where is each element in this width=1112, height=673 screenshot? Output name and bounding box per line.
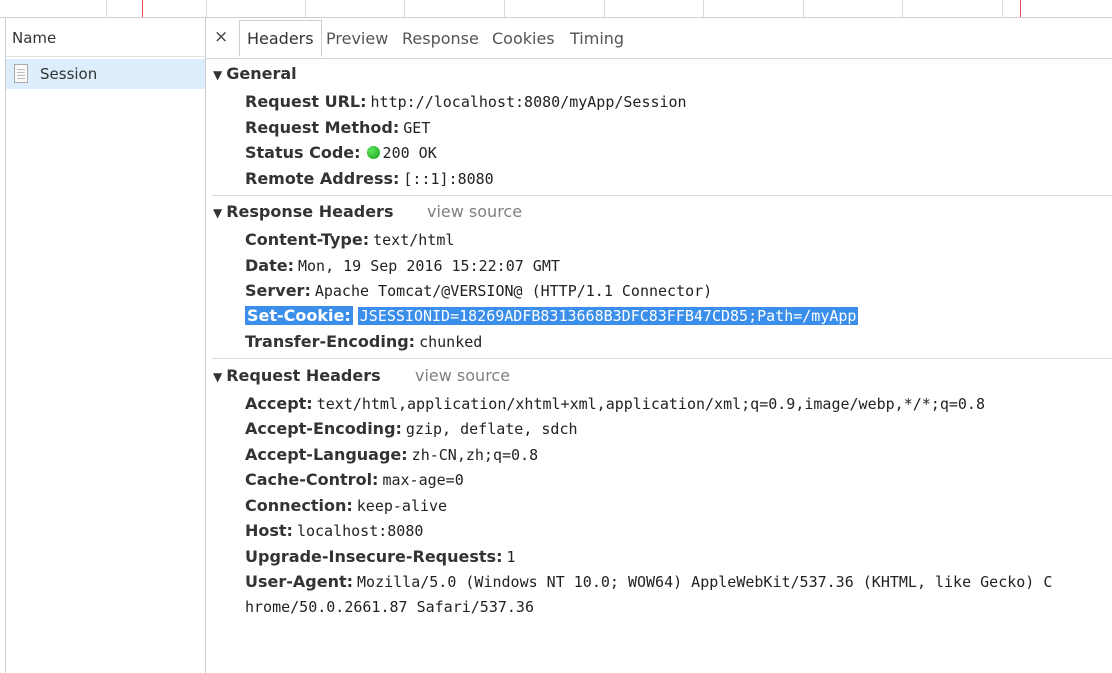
timeline-gridline [106, 0, 107, 17]
request-headers-section-toggle[interactable]: ▼ Request Headers [213, 366, 381, 385]
request-row-session[interactable]: Session [6, 59, 205, 89]
request-name: Session [40, 65, 98, 83]
name-column-label: Name [12, 29, 57, 47]
timeline-load-marker [142, 0, 143, 17]
tab-preview[interactable]: Preview [326, 29, 388, 48]
status-ok-icon [366, 146, 380, 159]
general-section-title: General [226, 64, 297, 83]
header-key: Content-Type: [245, 230, 370, 249]
header-value: GET [403, 119, 431, 137]
header-value: gzip, deflate, sdch [405, 420, 578, 438]
headers-content: ▼ General Request URL: http://localhost:80… [206, 59, 1112, 673]
response-headers-title: Response Headers [226, 202, 394, 221]
header-value: hrome/50.0.2661.87 Safari/537.36 [245, 598, 534, 616]
header-key: Accept-Language: [245, 445, 408, 464]
header-key: Upgrade-Insecure-Requests: [245, 547, 503, 566]
timeline-gridline [404, 0, 405, 17]
section-divider [212, 195, 1112, 196]
network-timeline-overview[interactable] [0, 0, 1112, 18]
header-value: max-age=0 [382, 471, 464, 489]
header-value: 200 OK [382, 144, 437, 162]
header-value: text/html [373, 231, 455, 249]
triangle-down-icon: ▼ [213, 206, 223, 220]
tab-cookies[interactable]: Cookies [492, 29, 555, 48]
tab-headers[interactable]: Headers [239, 20, 322, 57]
upgrade-insecure-requests-row: Upgrade-Insecure-Requests: 1 [245, 547, 516, 566]
tab-timing[interactable]: Timing [570, 29, 624, 48]
server-row: Server: Apache Tomcat/@VERSION@ (HTTP/1.1… [245, 281, 712, 300]
header-key: Server: [245, 281, 311, 300]
header-key: Remote Address: [245, 169, 400, 188]
accept-language-row: Accept-Language: zh-CN,zh;q=0.8 [245, 445, 538, 464]
timeline-gridline [703, 0, 704, 17]
set-cookie-row: Set-Cookie: JSESSIONID=18269ADFB8313668B3… [245, 306, 859, 325]
timeline-gridline [305, 0, 306, 17]
document-icon [14, 64, 28, 83]
timeline-gridline [206, 0, 207, 17]
header-value: localhost:8080 [296, 522, 424, 540]
details-tab-bar: × Headers Preview Response Cookies Timin… [206, 18, 1112, 59]
header-key: Connection: [245, 496, 353, 515]
header-key: Status Code: [245, 143, 361, 162]
cache-control-row: Cache-Control: max-age=0 [245, 470, 464, 489]
header-value: keep-alive [356, 497, 448, 515]
name-column-header[interactable]: Name [6, 18, 205, 57]
status-code-row: Status Code: 200 OK [245, 143, 437, 162]
user-agent-row: User-Agent: Mozilla/5.0 (Windows NT 10.0;… [245, 572, 1112, 591]
header-key: Cache-Control: [245, 470, 379, 489]
timeline-load-marker [1020, 0, 1021, 17]
accept-row: Accept: text/html,application/xhtml+xml,a… [245, 394, 985, 413]
date-row: Date: Mon, 19 Sep 2016 15:22:07 GMT [245, 256, 560, 275]
header-key: Accept: [245, 394, 313, 413]
triangle-down-icon: ▼ [213, 370, 223, 384]
timeline-gridline [902, 0, 903, 17]
connection-row: Connection: keep-alive [245, 496, 447, 515]
remote-address-row: Remote Address: [::1]:8080 [245, 169, 494, 188]
header-value: Mon, 19 Sep 2016 15:22:07 GMT [297, 257, 560, 275]
response-headers-section-toggle[interactable]: ▼ Response Headers [213, 202, 393, 221]
header-key: Host: [245, 521, 293, 540]
transfer-encoding-row: Transfer-Encoding: chunked [245, 332, 482, 351]
header-value-selected: JSESSIONID=18269ADFB8313668B3DFC83FFB47C… [357, 307, 859, 325]
header-key: Request Method: [245, 118, 400, 137]
response-view-source-link[interactable]: view source [427, 202, 522, 221]
header-value: 1 [506, 548, 516, 566]
header-value: http://localhost:8080/myApp/Session [370, 93, 687, 111]
header-value: text/html,application/xhtml+xml,applicat… [316, 395, 985, 413]
header-key: Transfer-Encoding: [245, 332, 416, 351]
request-list-pane: Name Session [6, 18, 205, 673]
timeline-gridline [504, 0, 505, 17]
tab-response[interactable]: Response [402, 29, 479, 48]
request-headers-title: Request Headers [226, 366, 381, 385]
content-type-row: Content-Type: text/html [245, 230, 454, 249]
header-key-selected: Set-Cookie: [245, 306, 353, 325]
timeline-gridline [1002, 0, 1003, 17]
user-agent-continuation: hrome/50.0.2661.87 Safari/537.36 [245, 597, 534, 616]
request-view-source-link[interactable]: view source [415, 366, 510, 385]
header-key: Accept-Encoding: [245, 419, 402, 438]
header-value: Apache Tomcat/@VERSION@ (HTTP/1.1 Connec… [314, 282, 713, 300]
request-url-row: Request URL: http://localhost:8080/myApp/… [245, 92, 687, 111]
close-icon[interactable]: × [214, 27, 228, 47]
header-key: Request URL: [245, 92, 367, 111]
header-key: Date: [245, 256, 294, 275]
header-value: chunked [419, 333, 483, 351]
section-divider [212, 358, 1112, 359]
general-section-toggle[interactable]: ▼ General [213, 64, 297, 83]
timeline-gridline [604, 0, 605, 17]
timeline-gridline [803, 0, 804, 17]
accept-encoding-row: Accept-Encoding: gzip, deflate, sdch [245, 419, 578, 438]
header-value: [::1]:8080 [403, 170, 494, 188]
header-key: User-Agent: [245, 572, 354, 591]
request-method-row: Request Method: GET [245, 118, 430, 137]
header-value: Mozilla/5.0 (Windows NT 10.0; WOW64) App… [357, 573, 1053, 591]
header-value: zh-CN,zh;q=0.8 [411, 446, 539, 464]
triangle-down-icon: ▼ [213, 68, 223, 82]
host-row: Host: localhost:8080 [245, 521, 423, 540]
